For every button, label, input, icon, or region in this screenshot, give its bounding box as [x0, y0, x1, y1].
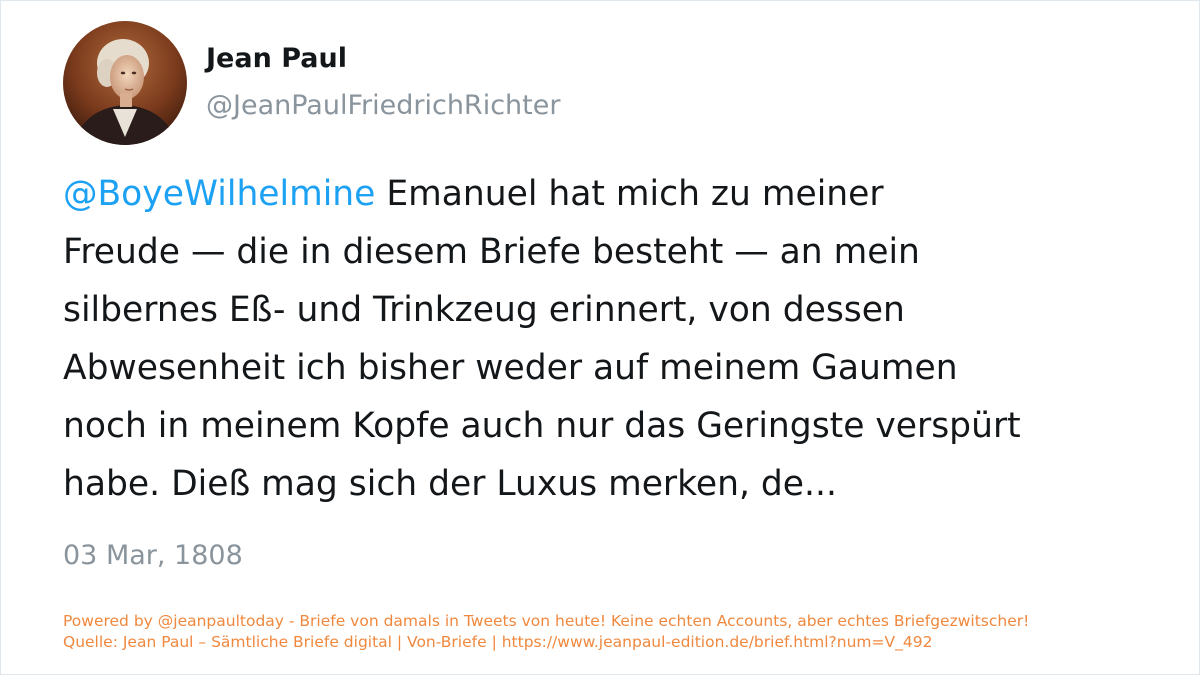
user-handle[interactable]: @JeanPaulFriedrichRichter	[206, 89, 560, 123]
tweet-text-line: Freude — die in diesem Briefe besteht — …	[63, 232, 920, 272]
powered-by-text: Powered by @jeanpaultoday - Briefe von d…	[63, 612, 1030, 630]
mention-link[interactable]: @BoyeWilhelmine	[63, 174, 375, 214]
avatar-portrait-graphic	[63, 21, 187, 145]
source-text: Quelle: Jean Paul – Sämtliche Briefe dig…	[63, 633, 933, 651]
tweet-text-segment: Emanuel hat mich zu meiner	[375, 174, 884, 214]
footer-credits: Powered by @jeanpaultoday - Briefe von d…	[63, 611, 1029, 653]
display-name[interactable]: Jean Paul	[206, 42, 347, 76]
tweet-text-line: silbernes Eß- und Trinkzeug erinnert, vo…	[63, 290, 905, 330]
tweet-text-line: habe. Dieß mag sich der Luxus merken, de…	[63, 464, 837, 504]
tweet-card: Jean Paul @JeanPaulFriedrichRichter @Boy…	[0, 0, 1200, 675]
portrait-avatar-icon[interactable]	[63, 21, 187, 145]
tweet-text: @BoyeWilhelmine Emanuel hat mich zu mein…	[63, 165, 1143, 513]
tweet-text-line: Abwesenheit ich bisher weder auf meinem …	[63, 348, 958, 388]
tweet-text-line: noch in meinem Kopfe auch nur das Gering…	[63, 406, 1021, 446]
tweet-date: 03 Mar, 1808	[63, 540, 243, 571]
tweet-text-line: @BoyeWilhelmine Emanuel hat mich zu mein…	[63, 165, 1143, 223]
